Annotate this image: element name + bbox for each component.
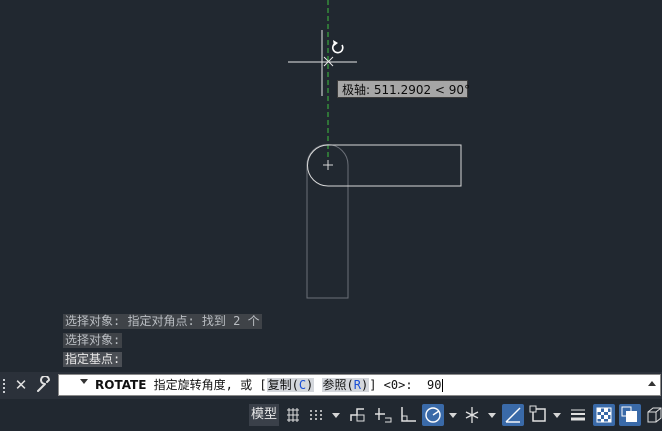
status-bar: 模型: [0, 399, 662, 431]
isodraft-dropdown-chevron-icon[interactable]: [488, 404, 496, 426]
transparency-icon[interactable]: [593, 404, 615, 426]
text-cursor: [442, 379, 444, 392]
lineweight-icon[interactable]: [568, 404, 588, 426]
command-input[interactable]: ROTATE 指定旋转角度, 或 [复制(C) 参照(R)] <0>: 90: [58, 374, 661, 396]
rotate-cursor-icon: [332, 40, 344, 54]
infer-constraints-icon[interactable]: [348, 404, 368, 426]
command-prompt-suffix: ] <0>:: [369, 378, 428, 392]
polar-dropdown-chevron-icon[interactable]: [449, 404, 457, 426]
ortho-icon[interactable]: [398, 404, 418, 426]
grid-icon[interactable]: [284, 404, 302, 426]
recent-commands-chevron-icon[interactable]: [80, 379, 88, 384]
customize-wrench-icon[interactable]: [35, 375, 53, 394]
polar-tracking-icon[interactable]: [422, 404, 444, 426]
3d-osnap-icon[interactable]: [645, 404, 662, 426]
object-snap-tracking-icon[interactable]: [502, 404, 524, 426]
option-copy[interactable]: 复制(C): [266, 378, 315, 392]
command-input-value[interactable]: 90: [427, 378, 441, 392]
object-snap-icon[interactable]: [528, 404, 550, 426]
option-reference[interactable]: 参照(R): [321, 378, 370, 392]
snap-dropdown-chevron-icon[interactable]: [332, 404, 340, 426]
selection-cycling-icon[interactable]: [619, 404, 641, 426]
isodraft-icon[interactable]: [462, 404, 482, 426]
command-name: ROTATE: [95, 378, 147, 392]
dynamic-input-icon[interactable]: [373, 404, 393, 426]
model-space-button[interactable]: 模型: [249, 404, 279, 426]
close-icon[interactable]: ✕: [13, 375, 29, 395]
polar-tracking-tooltip: 极轴: 511.2902 < 90°: [337, 80, 470, 98]
history-line-3: 指定基点:: [63, 352, 123, 367]
snap-icon[interactable]: [307, 404, 325, 426]
osnap-dropdown-chevron-icon[interactable]: [553, 404, 561, 426]
drawing-canvas[interactable]: 极轴: 511.2902 < 90° 选择对象: 指定对角点: 找到 2 个 选…: [0, 0, 662, 372]
command-prompt-text: 指定旋转角度, 或 [: [153, 378, 267, 392]
history-line-1: 选择对象: 指定对角点: 找到 2 个: [63, 314, 262, 329]
command-prompt: ROTATE 指定旋转角度, 或 [复制(C) 参照(R)] <0>: 90: [95, 375, 444, 395]
command-line-bar: ✕ ROTATE 指定旋转角度, 或 [复制(C) 参照(R)] <0>: 90: [0, 372, 662, 399]
history-expand-chevron-icon[interactable]: [648, 381, 656, 386]
history-line-2: 选择对象:: [63, 333, 123, 348]
drag-grip-icon[interactable]: [3, 377, 9, 394]
